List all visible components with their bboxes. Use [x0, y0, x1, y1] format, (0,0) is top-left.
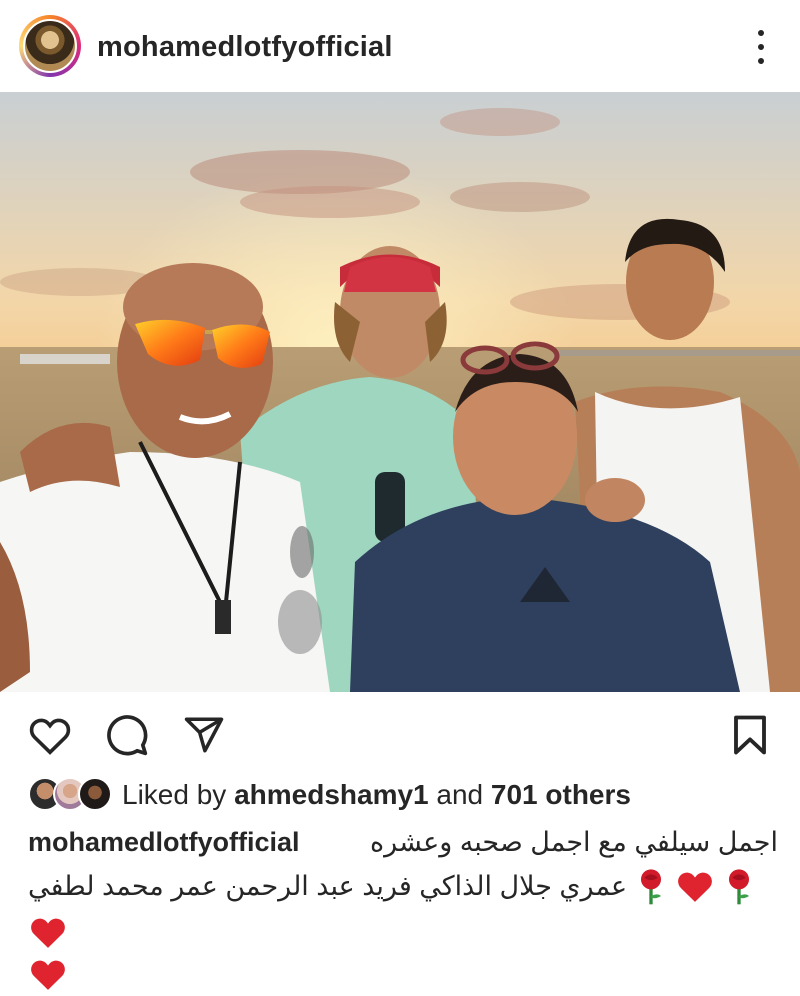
avatar[interactable] [23, 19, 77, 73]
liked-by-user[interactable]: ahmedshamy1 [234, 779, 429, 811]
rose-emoji [729, 869, 750, 905]
liked-by-label: Liked by [122, 779, 227, 810]
send-icon[interactable] [181, 712, 227, 758]
caption-username[interactable]: mohamedlotfyofficial [28, 820, 300, 864]
profile-avatar-ring[interactable] [19, 15, 81, 77]
red-heart-emoji [31, 918, 65, 948]
caption-text-line1: اجمل سيلفي مع اجمل صحبه وعشره [370, 827, 778, 857]
red-heart-emoji [678, 872, 713, 902]
heart-outline-icon[interactable] [27, 712, 73, 758]
post-username[interactable]: mohamedlotfyofficial [97, 31, 393, 64]
post-photo[interactable] [0, 92, 800, 692]
more-vertical-icon[interactable] [742, 30, 780, 64]
rose-emoji [641, 869, 662, 905]
liker-avatars[interactable] [28, 777, 112, 813]
post-header: mohamedlotfyofficial [0, 0, 800, 92]
comment-icon[interactable] [104, 712, 150, 758]
red-heart-emoji [31, 960, 65, 990]
likes-conjunction: and [436, 779, 484, 810]
likes-summary: Liked by ahmedshamy1 and 701 others [28, 775, 631, 815]
caption-text-line2: عمري جلال الذاكي فريد عبد الرحمن عمر محم… [28, 871, 628, 901]
post-caption: mohamedlotfyofficial اجمل سيلفي مع اجمل … [28, 820, 778, 996]
avatar[interactable] [78, 777, 112, 811]
bookmark-icon[interactable] [727, 712, 773, 758]
post-action-bar [0, 692, 800, 772]
likes-count[interactable]: 701 others [491, 779, 631, 811]
selfie-photo [0, 92, 800, 692]
